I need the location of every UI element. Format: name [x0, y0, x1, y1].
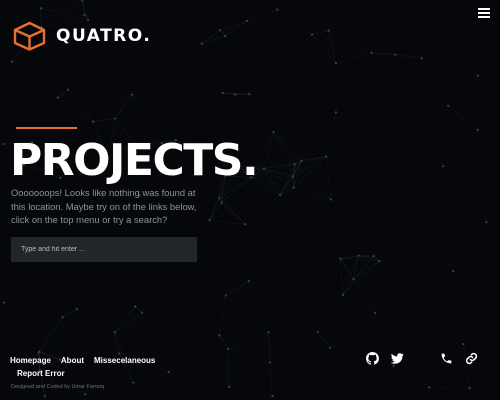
phone-icon[interactable]	[440, 352, 453, 365]
footer-link-miscellaneous[interactable]: Missecelaneous	[94, 354, 155, 367]
page-title: PROJECTS.	[10, 135, 259, 186]
brand-name[interactable]: QUATRO.	[56, 26, 151, 46]
isometric-cube-icon[interactable]	[13, 21, 46, 51]
hamburger-icon[interactable]	[478, 8, 490, 18]
site-header: QUATRO.	[13, 21, 151, 51]
search-input[interactable]	[11, 237, 197, 262]
twitter-icon[interactable]	[391, 352, 404, 365]
footer-link-homepage[interactable]: Homepage	[10, 354, 51, 367]
title-accent-line	[16, 127, 77, 129]
footer-nav: Homepage About Missecelaneous Report Err…	[10, 354, 165, 380]
github-icon[interactable]	[366, 352, 379, 365]
footer-credit: Designed and Coded by Umar Farooq	[11, 384, 104, 390]
link-icon[interactable]	[465, 352, 478, 365]
footer-link-report-error[interactable]: Report Error	[17, 367, 65, 380]
footer-link-about[interactable]: About	[61, 354, 84, 367]
not-found-message: Ooooooops! Looks like nothing was found …	[11, 187, 197, 226]
